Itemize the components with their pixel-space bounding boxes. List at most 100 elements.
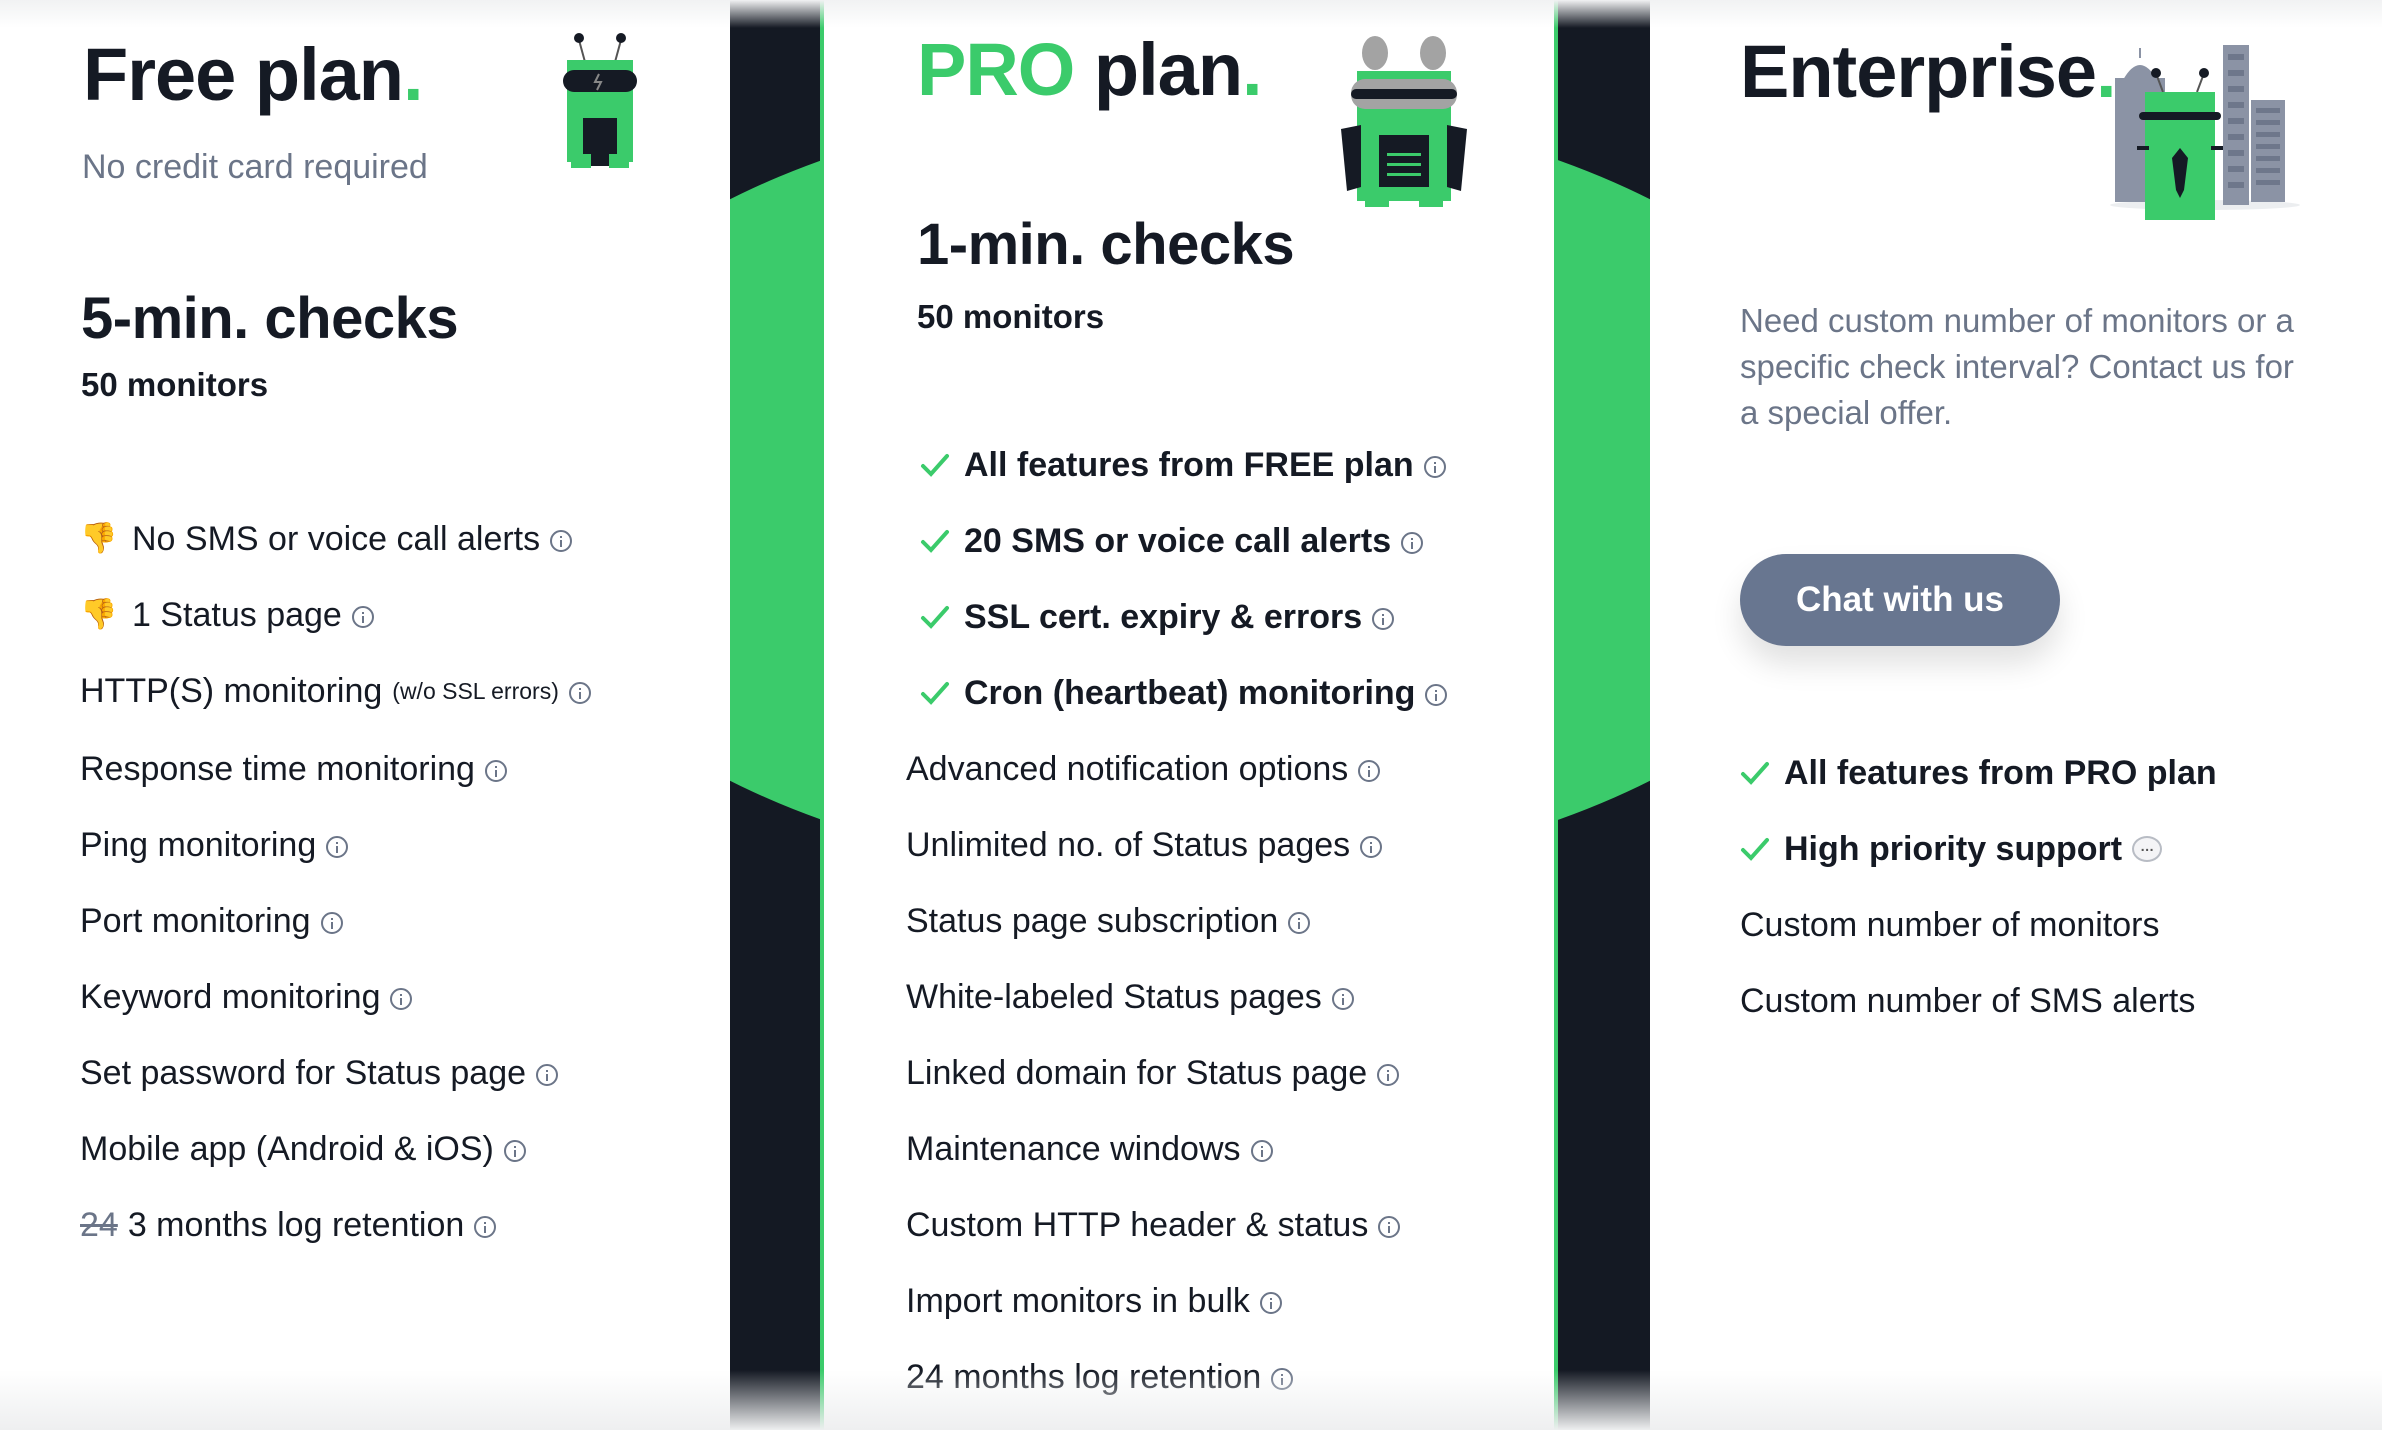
feature-label: Keyword monitoring: [80, 978, 381, 1016]
feature-item: Ping monitoring: [80, 825, 349, 865]
feature-item: SSL cert. expiry & errors: [920, 597, 1395, 637]
thumbs-down-icon: 👎: [80, 598, 118, 631]
feature-item: Maintenance windows: [906, 1129, 1273, 1169]
feature-item: 24 3 months log retention: [80, 1205, 497, 1245]
info-icon[interactable]: [1259, 1292, 1282, 1314]
feature-label: 1 Status page: [132, 596, 342, 634]
info-icon[interactable]: [326, 836, 349, 858]
feature-label: Import monitors in bulk: [906, 1282, 1250, 1320]
feature-label: Custom number of monitors: [1740, 906, 2160, 944]
info-icon[interactable]: [1288, 912, 1311, 934]
free-plan-card: Free plan. No credit card required 5-min…: [0, 0, 730, 1430]
free-check-interval: 5-min. checks: [81, 286, 459, 351]
feature-label: 3 months log retention: [127, 1206, 465, 1244]
feature-item: Custom number of SMS alerts: [1740, 981, 2195, 1021]
feature-label: White-labeled Status pages: [906, 978, 1322, 1016]
feature-note: (w/o SSL errors): [392, 678, 559, 704]
speech-bubble-icon: …: [2132, 836, 2163, 862]
check-icon: [921, 530, 949, 553]
feature-label: Custom number of SMS alerts: [1740, 982, 2196, 1020]
feature-label: High priority support: [1784, 830, 2123, 868]
info-icon[interactable]: [1423, 456, 1446, 478]
feature-label: Cron (heartbeat) monitoring: [964, 674, 1416, 712]
feature-label: 24 months log retention: [906, 1358, 1262, 1396]
feature-item: 👎 1 Status page: [80, 595, 374, 635]
feature-label: HTTP(S) monitoring: [80, 672, 383, 710]
free-plan-subtitle: No credit card required: [82, 148, 428, 186]
pro-robot-icon: [1341, 36, 1467, 207]
struck-value: 24: [80, 1206, 118, 1244]
feature-label: Set password for Status page: [80, 1054, 527, 1092]
feature-item: 20 SMS or voice call alerts: [920, 521, 1424, 561]
feature-item: 👎 No SMS or voice call alerts: [80, 519, 573, 559]
info-icon[interactable]: [536, 1064, 559, 1086]
feature-item: Custom HTTP header & status: [906, 1205, 1401, 1245]
feature-label: All features from FREE plan: [964, 446, 1414, 484]
feature-item: Mobile app (Android & iOS): [80, 1129, 526, 1169]
info-icon[interactable]: [1331, 988, 1354, 1010]
feature-item: High priority support …: [1740, 829, 2163, 869]
feature-item: Unlimited no. of Status pages: [906, 825, 1383, 865]
info-icon[interactable]: [1378, 1216, 1401, 1238]
feature-label: Response time monitoring: [80, 750, 475, 788]
feature-item: Keyword monitoring: [80, 977, 413, 1017]
info-icon[interactable]: [390, 988, 413, 1010]
check-icon: [921, 682, 949, 705]
enterprise-plan-title: Enterprise.: [1740, 30, 2117, 113]
feature-label: Advanced notification options: [906, 750, 1349, 788]
feature-label: Maintenance windows: [906, 1130, 1241, 1168]
info-icon[interactable]: [1271, 1368, 1294, 1390]
info-icon[interactable]: [1401, 532, 1424, 554]
pro-check-interval: 1-min. checks: [917, 212, 1295, 277]
info-icon[interactable]: [1360, 836, 1383, 858]
feature-item: White-labeled Status pages: [906, 977, 1354, 1017]
enterprise-description: Need custom number of monitors or a spec…: [1740, 302, 2294, 431]
info-icon[interactable]: [1377, 1064, 1400, 1086]
feature-label: Custom HTTP header & status: [906, 1206, 1369, 1244]
info-icon[interactable]: [568, 682, 591, 704]
feature-label: All features from PRO plan: [1784, 754, 2217, 792]
pro-plan-card: PRO plan. 1-min. checks 50 monitors All …: [820, 0, 1558, 1430]
feature-item: Status page subscription: [906, 901, 1311, 941]
check-icon: [1741, 838, 1769, 861]
feature-label: 20 SMS or voice call alerts: [964, 522, 1392, 560]
feature-item: Response time monitoring: [80, 749, 507, 789]
info-icon[interactable]: [351, 606, 374, 628]
feature-item: Set password for Status page: [80, 1053, 559, 1093]
feature-item: 24 months log retention: [906, 1357, 1294, 1397]
info-icon[interactable]: [1425, 684, 1448, 706]
feature-item: Import monitors in bulk: [906, 1281, 1282, 1321]
check-icon: [921, 606, 949, 629]
info-icon[interactable]: [550, 530, 573, 552]
feature-item: HTTP(S) monitoring (w/o SSL errors): [80, 671, 591, 711]
pro-plan-title: PRO plan.: [917, 28, 1263, 111]
info-icon[interactable]: [474, 1216, 497, 1238]
info-icon[interactable]: [1372, 608, 1395, 630]
feature-item: Custom number of monitors: [1740, 905, 2160, 945]
feature-item: Port monitoring: [80, 901, 343, 941]
feature-label: No SMS or voice call alerts: [132, 520, 541, 558]
pro-monitor-count: 50 monitors: [917, 298, 1105, 335]
feature-item: Advanced notification options: [906, 749, 1381, 789]
feature-item: All features from PRO plan: [1740, 753, 2217, 793]
enterprise-robot-city-icon: [2110, 45, 2300, 220]
feature-label: Mobile app (Android & iOS): [80, 1130, 494, 1168]
thumbs-down-icon: 👎: [80, 522, 118, 555]
feature-label: SSL cert. expiry & errors: [964, 598, 1363, 636]
free-monitor-count: 50 monitors: [81, 366, 269, 403]
feature-item: All features from FREE plan: [920, 445, 1446, 485]
info-icon[interactable]: [1358, 760, 1381, 782]
feature-item: Linked domain for Status page: [906, 1053, 1400, 1093]
enterprise-plan-card: Enterprise. Need custom number of monito…: [1650, 0, 2382, 1430]
feature-item: Cron (heartbeat) monitoring: [920, 673, 1448, 713]
info-icon[interactable]: [1250, 1140, 1273, 1162]
chat-with-us-button[interactable]: Chat with us: [1740, 554, 2060, 646]
check-icon: [1741, 762, 1769, 785]
check-icon: [921, 454, 949, 477]
free-robot-icon: [563, 33, 637, 168]
feature-label: Port monitoring: [80, 902, 311, 940]
feature-label: Status page subscription: [906, 902, 1279, 940]
info-icon[interactable]: [320, 912, 343, 934]
info-icon[interactable]: [503, 1140, 526, 1162]
info-icon[interactable]: [484, 760, 507, 782]
